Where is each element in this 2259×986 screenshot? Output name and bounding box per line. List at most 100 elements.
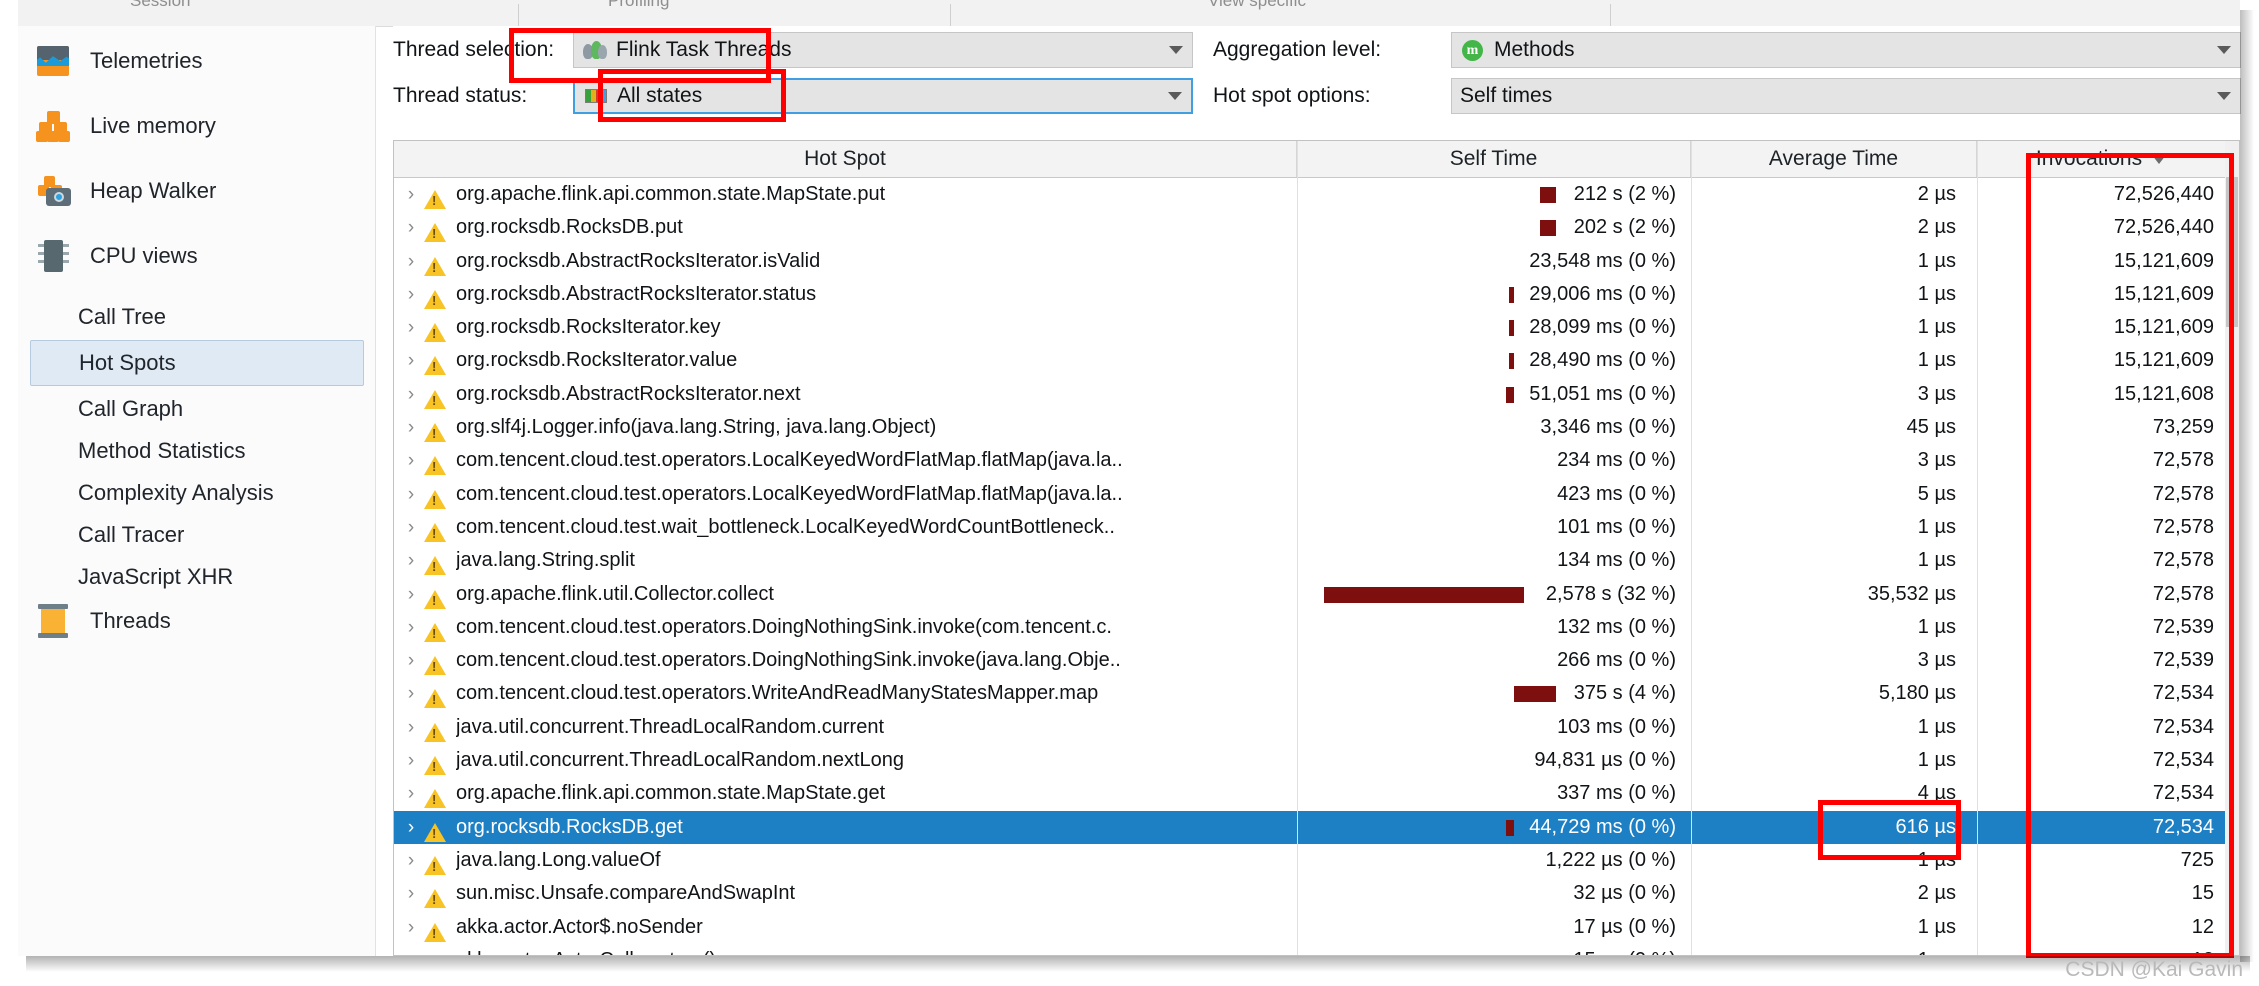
row-expand-toggle[interactable]: › <box>398 444 424 477</box>
sidebar-item-method-statistics[interactable]: Method Statistics <box>30 428 364 474</box>
hot-spot-options-value: Self times <box>1460 84 1553 107</box>
table-vertical-scrollbar[interactable] <box>2225 141 2239 955</box>
row-expand-toggle[interactable]: › <box>398 744 424 777</box>
row-invocations: 72,578 <box>2152 515 2214 538</box>
col-divider-2 <box>1691 141 1692 955</box>
table-row[interactable]: › com.tencent.cloud.test.operators.LocalK… <box>394 478 2239 511</box>
sidebar-item-threads[interactable]: Threads <box>30 598 364 644</box>
sidebar-item-live-memory[interactable]: Live memory <box>30 103 364 149</box>
table-row[interactable]: › java.util.concurrent.ThreadLocalRandom.… <box>394 711 2239 744</box>
row-expand-toggle[interactable]: › <box>398 344 424 377</box>
row-expand-toggle[interactable]: › <box>398 944 424 955</box>
column-header-invocations-label: Invocations <box>2035 147 2143 170</box>
sidebar-item-javascript-xhr[interactable]: JavaScript XHR <box>30 554 364 600</box>
row-invocations: 15,121,609 <box>2113 282 2214 305</box>
row-expand-toggle[interactable]: › <box>398 711 424 744</box>
table-row[interactable]: › org.rocksdb.RocksDB.put 202 s (2 %) 2 µs 7… <box>394 211 2239 244</box>
row-self-time-text: 103 ms (0 %) <box>1557 715 1676 738</box>
aggregation-level-label: Aggregation level: <box>1213 38 1382 61</box>
sidebar-item-hot-spots[interactable]: Hot Spots <box>30 340 364 386</box>
table-row[interactable]: › akka.actor.ActorCell.system() 15 µs (0 %… <box>394 944 2239 955</box>
toolbar-separator-1 <box>518 4 519 26</box>
table-row[interactable]: › org.rocksdb.RocksIterator.value 28,490 m… <box>394 344 2239 377</box>
table-row[interactable]: › com.tencent.cloud.test.operators.WriteA… <box>394 677 2239 710</box>
row-expand-toggle[interactable]: › <box>398 877 424 910</box>
column-header-average-time[interactable]: Average Time <box>1691 141 1977 177</box>
row-self-time-text: 51,051 ms (0 %) <box>1529 382 1676 405</box>
table-row[interactable]: › org.slf4j.Logger.info(java.lang.String,… <box>394 411 2239 444</box>
row-hot-spot-name: java.util.concurrent.ThreadLocalRandom.c… <box>456 715 884 738</box>
chevron-down-icon[interactable] <box>2217 46 2231 54</box>
sidebar-item-complexity-analysis[interactable]: Complexity Analysis <box>30 470 364 516</box>
table-row[interactable]: › org.rocksdb.RocksIterator.key 28,099 ms … <box>394 311 2239 344</box>
row-expand-toggle[interactable]: › <box>398 311 424 344</box>
table-row[interactable]: › com.tencent.cloud.test.operators.DoingN… <box>394 644 2239 677</box>
row-expand-toggle[interactable]: › <box>398 911 424 944</box>
row-self-time-text: 17 µs (0 %) <box>1573 915 1676 938</box>
table-row[interactable]: › org.apache.flink.api.common.state.MapSt… <box>394 777 2239 810</box>
toolbar-separator-3 <box>1610 4 1611 26</box>
row-average-time: 5 µs <box>1917 482 1956 505</box>
chevron-down-icon[interactable] <box>2217 92 2231 100</box>
scrollbar-thumb[interactable] <box>2226 177 2238 327</box>
table-row[interactable]: › org.apache.flink.util.Collector.collect… <box>394 578 2239 611</box>
sidebar-item-call-tree[interactable]: Call Tree <box>30 294 364 340</box>
warning-icon <box>424 644 452 677</box>
row-expand-toggle[interactable]: › <box>398 544 424 577</box>
table-row[interactable]: › org.rocksdb.AbstractRocksIterator.statu… <box>394 278 2239 311</box>
column-header-invocations[interactable]: Invocations <box>1977 141 2225 177</box>
row-expand-toggle[interactable]: › <box>398 378 424 411</box>
row-expand-toggle[interactable]: › <box>398 844 424 877</box>
warning-icon <box>424 677 452 710</box>
table-row[interactable]: › java.lang.String.split 134 ms (0 %) 1 µs 7… <box>394 544 2239 577</box>
row-expand-toggle[interactable]: › <box>398 677 424 710</box>
row-average-time: 1 µs <box>1917 749 1956 772</box>
table-row[interactable]: › org.rocksdb.AbstractRocksIterator.isVal… <box>394 245 2239 278</box>
sidebar-item-call-graph[interactable]: Call Graph <box>30 386 364 432</box>
thread-status-combo[interactable]: All states <box>573 78 1193 114</box>
warning-icon <box>424 811 452 844</box>
table-row[interactable]: › org.rocksdb.AbstractRocksIterator.next 5… <box>394 378 2239 411</box>
table-row[interactable]: › com.tencent.cloud.test.operators.DoingN… <box>394 611 2239 644</box>
aggregation-level-row: Aggregation level: m Methods <box>1213 32 2243 68</box>
row-expand-toggle[interactable]: › <box>398 178 424 211</box>
row-expand-toggle[interactable]: › <box>398 511 424 544</box>
row-invocations: 72,539 <box>2152 615 2214 638</box>
row-expand-toggle[interactable]: › <box>398 578 424 611</box>
row-expand-toggle[interactable]: › <box>398 611 424 644</box>
row-average-time: 1 µs <box>1917 316 1956 339</box>
row-expand-toggle[interactable]: › <box>398 245 424 278</box>
table-row[interactable]: › com.tencent.cloud.test.operators.LocalK… <box>394 444 2239 477</box>
table-row[interactable]: › org.rocksdb.RocksDB.get 44,729 ms (0 %) 6… <box>394 810 2239 844</box>
row-expand-toggle[interactable]: › <box>398 478 424 511</box>
table-row[interactable]: › akka.actor.Actor$.noSender 17 µs (0 %) 1 … <box>394 911 2239 944</box>
table-row[interactable]: › org.apache.flink.api.common.state.MapSt… <box>394 178 2239 211</box>
row-expand-toggle[interactable]: › <box>398 777 424 810</box>
self-time-bar <box>1539 220 1556 237</box>
sidebar-item-cpu-views[interactable]: CPU views <box>30 233 364 279</box>
row-invocations: 72,578 <box>2152 582 2214 605</box>
sidebar-item-heap-walker[interactable]: Heap Walker <box>30 168 364 214</box>
sidebar-item-telemetries[interactable]: Telemetries <box>30 38 364 84</box>
row-expand-toggle[interactable]: › <box>398 811 424 844</box>
table-row[interactable]: › sun.misc.Unsafe.compareAndSwapInt 32 µs … <box>394 877 2239 910</box>
sidebar-item-call-tracer[interactable]: Call Tracer <box>30 512 364 558</box>
row-expand-toggle[interactable]: › <box>398 644 424 677</box>
row-expand-toggle[interactable]: › <box>398 411 424 444</box>
watermark: CSDN @Kai Gavin <box>2065 958 2243 981</box>
row-self-time-text: 29,006 ms (0 %) <box>1529 282 1676 305</box>
thread-selection-combo[interactable]: Flink Task Threads <box>573 32 1193 68</box>
hot-spot-options-combo[interactable]: Self times <box>1451 78 2241 114</box>
chevron-down-icon[interactable] <box>1169 46 1183 54</box>
table-row[interactable]: › java.util.concurrent.ThreadLocalRandom.… <box>394 744 2239 777</box>
row-expand-toggle[interactable]: › <box>398 211 424 244</box>
row-invocations: 72,578 <box>2152 449 2214 472</box>
column-header-hot-spot[interactable]: Hot Spot <box>394 141 1297 177</box>
row-expand-toggle[interactable]: › <box>398 278 424 311</box>
column-header-self-time[interactable]: Self Time <box>1297 141 1691 177</box>
chevron-down-icon[interactable] <box>1168 92 1182 100</box>
table-row[interactable]: › com.tencent.cloud.test.wait_bottleneck.… <box>394 511 2239 544</box>
aggregation-level-combo[interactable]: m Methods <box>1451 32 2241 68</box>
table-row[interactable]: › java.lang.Long.valueOf 1,222 µs (0 %) 1 µ… <box>394 844 2239 877</box>
self-time-bar <box>1506 386 1514 403</box>
